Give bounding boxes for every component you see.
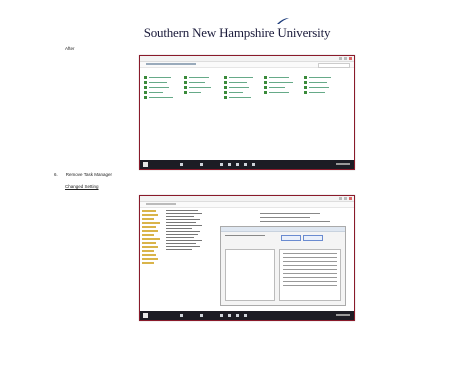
list-item-number: 6. bbox=[54, 172, 58, 177]
logo-swoosh-icon bbox=[277, 18, 290, 24]
university-header: Southern New Hampshire University bbox=[0, 18, 474, 42]
policy-setting-dialog bbox=[220, 226, 346, 306]
control-panel-body bbox=[140, 68, 354, 160]
previous-setting-button[interactable] bbox=[281, 235, 301, 241]
taskbar-icon bbox=[236, 163, 239, 166]
maximize-icon bbox=[344, 197, 347, 200]
windows-taskbar bbox=[140, 311, 354, 320]
taskbar-icon bbox=[200, 314, 203, 317]
close-icon bbox=[349, 57, 352, 60]
breadcrumb bbox=[146, 63, 196, 65]
taskbar-icon bbox=[244, 163, 247, 166]
taskbar-icon bbox=[220, 314, 223, 317]
list-item-text: Remove Task Manager bbox=[65, 172, 112, 177]
taskbar-icon bbox=[180, 314, 183, 317]
after-label: After bbox=[65, 46, 75, 51]
cp-column bbox=[224, 76, 258, 101]
cp-column bbox=[184, 76, 218, 96]
options-box bbox=[225, 249, 275, 301]
windows-taskbar bbox=[140, 160, 354, 169]
minimize-icon bbox=[339, 197, 342, 200]
system-tray bbox=[336, 314, 350, 316]
cp-column bbox=[144, 76, 178, 101]
menu-items bbox=[146, 203, 176, 205]
close-icon bbox=[349, 197, 352, 200]
university-name: Southern New Hampshire University bbox=[143, 25, 331, 40]
cp-column bbox=[304, 76, 338, 96]
policy-tree bbox=[142, 208, 162, 310]
taskbar-icon bbox=[228, 314, 231, 317]
taskbar-icon bbox=[180, 163, 183, 166]
control-panel-screenshot bbox=[139, 55, 355, 170]
cp-column bbox=[264, 76, 298, 96]
list-item-remove-task-manager: 6. Remove Task Manager bbox=[54, 172, 112, 177]
start-icon bbox=[143, 162, 148, 167]
minimize-icon bbox=[339, 57, 342, 60]
taskbar-icon bbox=[252, 163, 255, 166]
group-policy-screenshot bbox=[139, 195, 355, 321]
maximize-icon bbox=[344, 57, 347, 60]
taskbar-icon bbox=[220, 163, 223, 166]
next-setting-button[interactable] bbox=[303, 235, 323, 241]
taskbar-icon bbox=[228, 163, 231, 166]
dialog-titlebar bbox=[221, 227, 345, 232]
university-logo: Southern New Hampshire University bbox=[143, 18, 331, 41]
changed-setting-label: Changed Setting bbox=[65, 184, 99, 189]
policy-settings-list bbox=[260, 210, 350, 224]
taskbar-icon bbox=[236, 314, 239, 317]
start-icon bbox=[143, 313, 148, 318]
system-tray bbox=[336, 163, 350, 165]
taskbar-icon bbox=[244, 314, 247, 317]
taskbar-icon bbox=[200, 163, 203, 166]
help-box bbox=[279, 249, 341, 301]
policy-description bbox=[166, 208, 206, 310]
